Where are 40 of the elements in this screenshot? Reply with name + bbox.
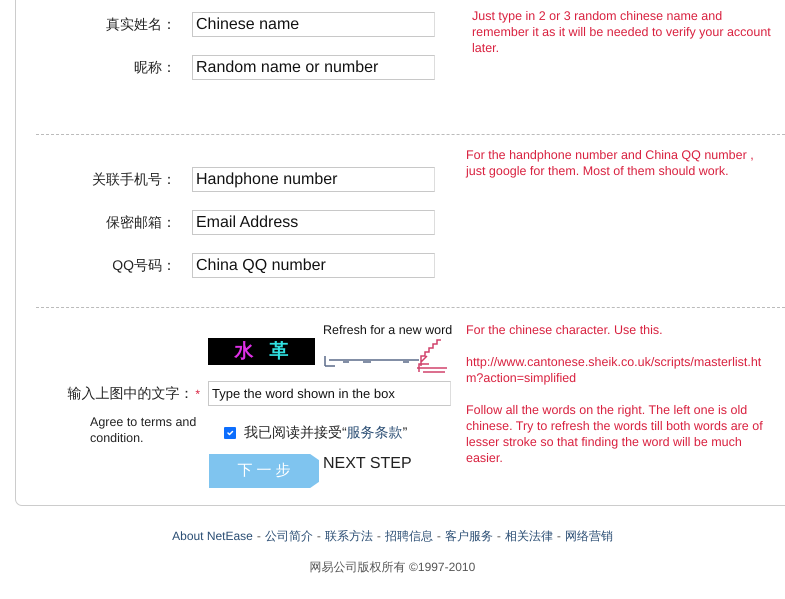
note-text: Just type in 2 or 3 random chinese name and remember it as it will be needed to verify your account later. [472,8,772,56]
input-field[interactable]: Chinese name [192,12,435,37]
input-field[interactable]: Type the word shown in the box [208,381,451,406]
terms-link[interactable]: 服务条款 [346,424,403,440]
captcha-char: 革 [270,339,288,364]
footer-link[interactable]: 公司简介 [264,529,313,543]
input-field[interactable]: Email Address [192,210,435,235]
separator: - [256,529,261,543]
required-mark: * [195,387,200,401]
field-label: 保密邮箱： [105,213,177,232]
footer-link[interactable]: 相关法律 [504,529,553,543]
note-text: Follow all the words on the right. The left one is old chinese. Try to refresh the words till both words are of lesser stroke so that finding the word will be much easier. [466,402,764,466]
field-label: QQ号码： [111,256,177,275]
footer-link[interactable]: 招聘信息 [384,529,433,543]
field-label: 昵称： [133,58,177,77]
input-field[interactable]: Random name or number [192,55,435,80]
footer-link[interactable]: 网络营销 [564,529,613,543]
field-label: 真实姓名： [105,15,177,34]
note-text: For the chinese character. Use this. [466,322,664,338]
footer-link[interactable]: 客户服务 [444,529,493,543]
input-field[interactable]: Handphone number [192,167,435,192]
agree-note: Agree to terms and condition. [90,414,198,446]
separator: - [436,529,441,543]
separator: - [316,529,321,543]
footer-link[interactable]: About NetEase [172,529,253,543]
captcha-char: 水 [234,339,254,364]
field-label: 输入上图中的文字： [67,385,194,401]
footer-link[interactable]: 联系方法 [324,529,373,543]
separator: - [376,529,381,543]
note-text: For the handphone number and China QQ number , just google for them. Most of them should work. [466,147,755,179]
agree-text: 我已阅读并接受“服务条款” [244,423,408,442]
separator: - [496,529,501,543]
separator: - [556,529,561,543]
button-note: NEXT STEP [323,454,412,474]
refresh-link[interactable]: Refresh for a new word [323,322,452,338]
input-field[interactable]: China QQ number [192,253,435,278]
copyright-text: 网易公司版权所有 ©1997-2010 [308,558,476,576]
checkbox[interactable] [224,426,236,438]
note-text: http://www.cantonese.sheik.co.uk/scripts/masterlist.htm?action=simplified [466,354,762,386]
field-label: 关联手机号： [91,170,177,189]
